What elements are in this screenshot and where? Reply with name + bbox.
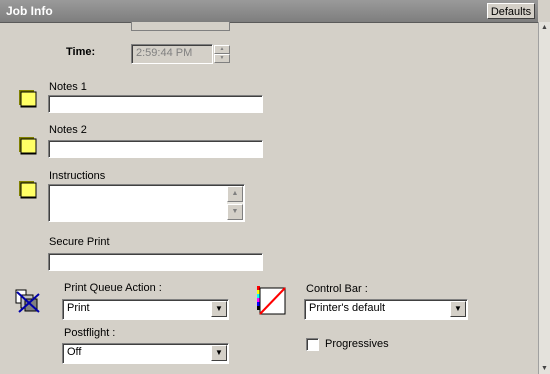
sticky-note-icon [19, 137, 37, 155]
panel-title: Job Info [6, 4, 53, 18]
date-field-partial [131, 22, 230, 31]
chevron-down-icon[interactable]: ▼ [211, 345, 227, 361]
postflight-label: Postflight : [64, 327, 116, 339]
control-bar-label: Control Bar : [306, 283, 368, 295]
time-label: Time: [66, 46, 96, 58]
time-field: 2:59:44 PM [131, 44, 213, 64]
notes2-label: Notes 2 [49, 124, 87, 136]
defaults-button[interactable]: Defaults [487, 3, 535, 19]
panel-header: Job Info Defaults [0, 0, 538, 23]
progressives-checkbox[interactable] [306, 338, 319, 351]
control-bar-value: Printer's default [309, 302, 386, 314]
instructions-scrollbar[interactable]: ▲ ▼ [227, 186, 243, 220]
sticky-note-icon [19, 90, 37, 108]
scroll-up-icon[interactable]: ▲ [227, 186, 243, 202]
print-queue-action-label: Print Queue Action : [64, 282, 162, 294]
progressives-label: Progressives [325, 338, 389, 350]
print-queue-action-value: Print [67, 302, 90, 314]
control-bar-icon [257, 286, 286, 315]
panel-scrollbar[interactable]: ▲ ▼ [538, 22, 550, 374]
spin-down-icon: ▼ [214, 54, 230, 63]
scroll-down-icon[interactable]: ▼ [541, 365, 548, 372]
secure-print-label: Secure Print [49, 236, 110, 248]
time-spinner: ▲ ▼ [214, 45, 230, 63]
notes1-input[interactable] [48, 95, 263, 113]
scroll-down-icon[interactable]: ▼ [227, 204, 243, 220]
secure-print-input[interactable] [48, 253, 263, 271]
postflight-value: Off [67, 346, 82, 358]
notes2-input[interactable] [48, 140, 263, 158]
spin-up-icon: ▲ [214, 45, 230, 54]
print-queue-icon [15, 289, 40, 313]
chevron-down-icon[interactable]: ▼ [450, 301, 466, 317]
instructions-label: Instructions [49, 170, 106, 182]
notes1-label: Notes 1 [49, 81, 87, 93]
instructions-textarea[interactable]: ▲ ▼ [48, 184, 245, 222]
scroll-up-icon[interactable]: ▲ [541, 24, 548, 31]
sticky-note-icon [19, 181, 37, 199]
chevron-down-icon[interactable]: ▼ [211, 301, 227, 317]
print-queue-action-select[interactable]: Print ▼ [62, 299, 229, 320]
postflight-select[interactable]: Off ▼ [62, 343, 229, 364]
control-bar-select[interactable]: Printer's default ▼ [304, 299, 468, 320]
